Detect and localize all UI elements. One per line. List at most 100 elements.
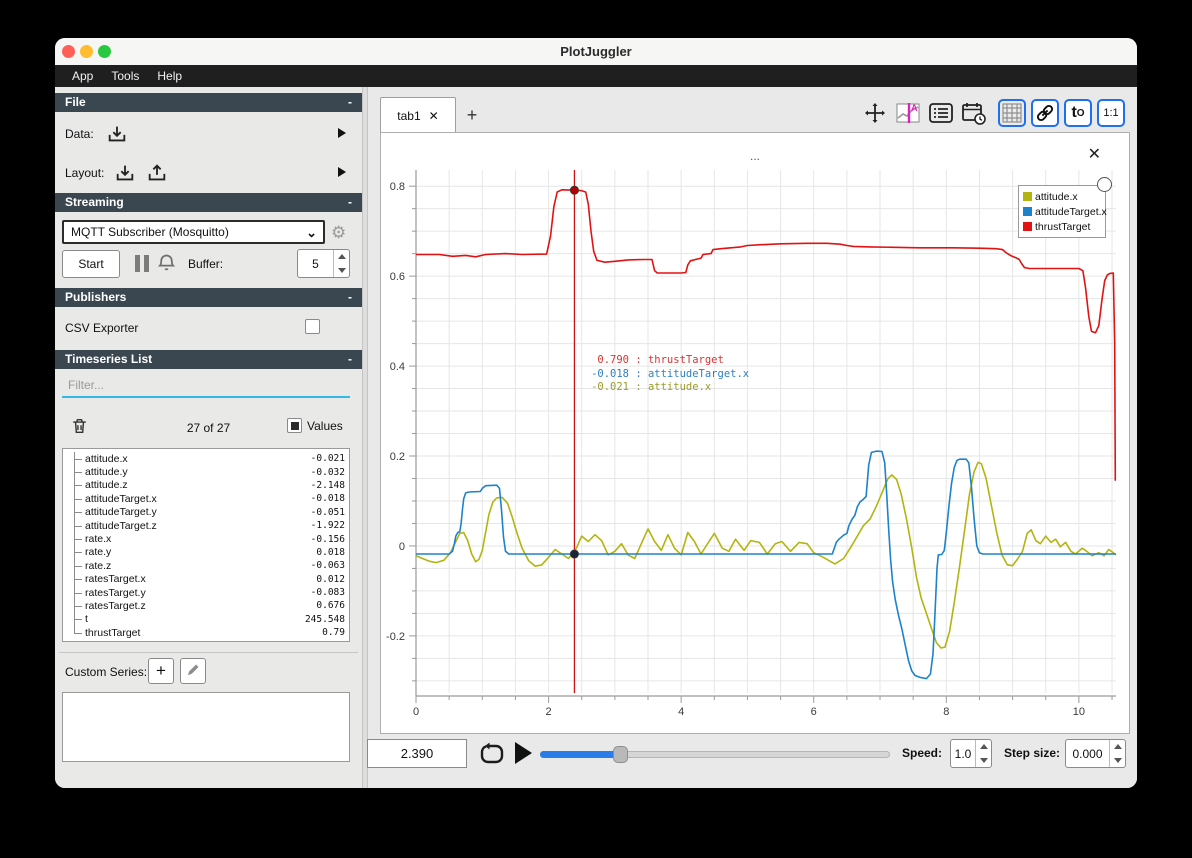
data-row: Data:	[65, 123, 128, 145]
plot-legend[interactable]: attitude.x attitudeTarget.x thrustTarget	[1018, 185, 1107, 238]
svg-text:0: 0	[413, 706, 419, 718]
legend-handle-icon[interactable]	[1097, 177, 1112, 192]
add-custom-series-button[interactable]: +	[148, 658, 174, 684]
svg-text:4: 4	[678, 706, 684, 718]
step-size-value: 0.000	[1072, 746, 1103, 761]
list-item[interactable]: rate.y 0.018	[69, 545, 345, 560]
start-button[interactable]: Start	[62, 250, 120, 278]
gear-icon[interactable]: ⚙	[331, 223, 346, 243]
collapse-icon[interactable]: -	[348, 288, 352, 307]
legend-swatch-icon	[1023, 222, 1032, 231]
plot-toolbar: A tO 1:1	[861, 99, 1125, 127]
load-layout-icon[interactable]	[114, 162, 136, 184]
spinner-arrows[interactable]	[975, 740, 991, 767]
legend-entry[interactable]: attitude.x	[1023, 189, 1101, 204]
speed-spinbox[interactable]: 1.0	[950, 739, 992, 768]
legend-list-button[interactable]	[927, 99, 955, 127]
timeseries-section-header[interactable]: Timeseries List -	[55, 350, 362, 369]
add-tab-button[interactable]: +	[460, 103, 484, 127]
playback-bar: 2.390 Speed: 1.0 Step size: 0.000	[367, 737, 1137, 773]
datetime-button[interactable]	[960, 99, 988, 127]
legend-swatch-icon	[1023, 207, 1032, 216]
list-item[interactable]: rate.x -0.156	[69, 532, 345, 547]
menu-item-help[interactable]: Help	[148, 65, 191, 87]
series-name: rate.y	[85, 546, 112, 559]
ratio-1-1-icon: 1:1	[1103, 107, 1119, 119]
timeline-slider[interactable]	[540, 746, 890, 763]
pause-icon[interactable]	[135, 255, 149, 272]
legend-label: thrustTarget	[1035, 220, 1091, 233]
link-axes-button[interactable]	[1031, 99, 1059, 127]
list-item[interactable]: ratesTarget.x 0.012	[69, 572, 345, 587]
list-item[interactable]: thrustTarget 0.79	[69, 626, 345, 639]
publishers-section-title: Publishers	[65, 290, 127, 304]
layout-expand-icon[interactable]	[338, 167, 346, 177]
list-item[interactable]: attitude.z -2.148	[69, 478, 345, 493]
tree-branch-icon	[69, 599, 85, 614]
speed-value: 1.0	[954, 746, 972, 761]
svg-text:0.6: 0.6	[390, 271, 405, 283]
step-size-spinbox[interactable]: 0.000	[1065, 739, 1126, 768]
file-section-header[interactable]: File -	[55, 93, 362, 112]
series-name: attitudeTarget.y	[85, 506, 157, 519]
list-item[interactable]: attitude.x -0.021	[69, 452, 345, 466]
tree-branch-icon	[69, 518, 85, 533]
collapse-icon[interactable]: -	[348, 350, 352, 369]
grid-toggle-button[interactable]	[998, 99, 1026, 127]
tab-tab1[interactable]: tab1 ✕	[380, 97, 456, 133]
filter-input[interactable]	[62, 374, 350, 398]
zoom-selection-button[interactable]: A	[894, 99, 922, 127]
streaming-section-header[interactable]: Streaming -	[55, 193, 362, 212]
streaming-source-select[interactable]: MQTT Subscriber (Mosquitto) ⌄	[62, 220, 325, 244]
timeseries-list[interactable]: attitude.x -0.021 attitude.y -0.032 attitude…	[62, 448, 350, 642]
playback-time-display[interactable]: 2.390	[367, 739, 467, 768]
save-layout-icon[interactable]	[146, 162, 168, 184]
loop-icon[interactable]	[477, 739, 507, 768]
streaming-source-value: MQTT Subscriber (Mosquitto)	[71, 225, 229, 239]
list-item[interactable]: t 245.548	[69, 612, 345, 627]
custom-series-list[interactable]	[62, 692, 350, 762]
buffer-spinbox[interactable]: 5	[297, 249, 350, 278]
values-label: Values	[307, 418, 343, 433]
list-item[interactable]: ratesTarget.z 0.676	[69, 599, 345, 614]
slider-handle[interactable]	[613, 746, 628, 763]
menu-item-tools[interactable]: Tools	[102, 65, 148, 87]
slider-fill	[540, 751, 621, 758]
close-tab-icon[interactable]: ✕	[429, 109, 439, 123]
list-item[interactable]: rate.z -0.063	[69, 559, 345, 573]
list-item[interactable]: ratesTarget.y -0.083	[69, 585, 345, 600]
tree-branch-icon	[69, 585, 85, 600]
series-value: -0.051	[310, 506, 345, 518]
bell-icon[interactable]	[156, 252, 177, 273]
list-item[interactable]: attitude.y -0.032	[69, 465, 345, 480]
streaming-section-title: Streaming	[65, 195, 124, 209]
tracker-line: 0.790 : thrustTarget	[597, 354, 724, 366]
time-offset-button[interactable]: tO	[1064, 99, 1092, 127]
spinner-arrows[interactable]	[333, 250, 349, 277]
list-item[interactable]: attitudeTarget.z -1.922	[69, 518, 345, 533]
list-item[interactable]: attitudeTarget.y -0.051	[69, 505, 345, 520]
tree-branch-icon	[69, 478, 85, 493]
menu-item-app[interactable]: App	[63, 65, 102, 87]
edit-custom-series-button[interactable]	[180, 658, 206, 684]
load-data-icon[interactable]	[106, 123, 128, 145]
legend-entry[interactable]: thrustTarget	[1023, 219, 1101, 234]
plot-widget[interactable]: ... ✕ 0 2 4 6 8 10 0.8 0.6 0.4 0.2 0 -0.2 0.790 : t…	[380, 132, 1130, 734]
values-checkbox[interactable]	[287, 418, 302, 433]
pan-zoom-button[interactable]	[861, 99, 889, 127]
tracker-line: -0.018 : attitudeTarget.x	[591, 367, 750, 380]
pencil-icon	[186, 662, 201, 680]
collapse-icon[interactable]: -	[348, 193, 352, 212]
data-expand-icon[interactable]	[338, 128, 346, 138]
csv-exporter-checkbox[interactable]	[305, 319, 320, 334]
values-toggle[interactable]: Values	[287, 418, 343, 433]
svg-text:0.2: 0.2	[390, 451, 405, 463]
plot-canvas[interactable]: 0 2 4 6 8 10 0.8 0.6 0.4 0.2 0 -0.2	[381, 133, 1129, 733]
publishers-section-header[interactable]: Publishers -	[55, 288, 362, 307]
ratio-button[interactable]: 1:1	[1097, 99, 1125, 127]
spinner-arrows[interactable]	[1109, 740, 1125, 767]
list-item[interactable]: attitudeTarget.x -0.018	[69, 492, 345, 506]
play-button[interactable]	[515, 742, 532, 764]
legend-entry[interactable]: attitudeTarget.x	[1023, 204, 1107, 219]
collapse-icon[interactable]: -	[348, 93, 352, 112]
